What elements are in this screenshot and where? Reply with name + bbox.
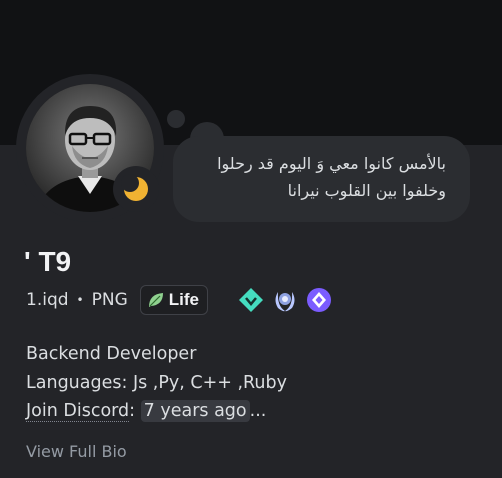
badge-list: [238, 286, 332, 314]
display-name: ' T9: [24, 246, 72, 277]
pronoun-tag: PNG: [91, 290, 128, 310]
server-booster-laurel-badge[interactable]: [272, 287, 298, 313]
bio-line-1: Backend Developer: [26, 344, 197, 364]
join-discord-label: Join Discord: [26, 401, 130, 422]
leaf-icon: [148, 293, 163, 307]
username[interactable]: 1.iqd: [26, 290, 69, 310]
custom-status-text: بالأمس كانوا معي وَ اليوم قد رحلوا وخلفو…: [196, 150, 446, 204]
custom-status-bubble[interactable]: بالأمس كانوا معي وَ اليوم قد رحلوا وخلفو…: [173, 136, 470, 222]
idle-moon-icon: [121, 174, 148, 201]
bio-line-3: Join Discord: 7 years ago...: [26, 397, 287, 426]
bio-section: Backend Developer Languages: Js ,Py, C++…: [26, 340, 287, 426]
guild-tag-label: Life: [168, 290, 199, 309]
hypesquad-balance-badge[interactable]: [238, 287, 264, 313]
guild-tag[interactable]: Life: [139, 285, 208, 315]
view-full-bio-link[interactable]: View Full Bio: [26, 442, 127, 461]
nitro-badge[interactable]: [306, 287, 332, 313]
bubble-dot-small: [167, 110, 185, 128]
bio-ellipsis: ...: [249, 401, 267, 421]
separator-dot: •: [76, 293, 84, 307]
colon: :: [129, 401, 136, 421]
user-tagline: 1.iqd • PNG Life: [26, 285, 208, 315]
join-timestamp[interactable]: 7 years ago: [140, 400, 250, 422]
status-line-2: وخلفوا بين القلوب نيرانا: [287, 181, 446, 200]
bio-line-2: Languages: Js ,Py, C++ ,Ruby: [26, 372, 287, 393]
status-line-1: بالأمس كانوا معي وَ اليوم قد رحلوا: [217, 154, 446, 173]
